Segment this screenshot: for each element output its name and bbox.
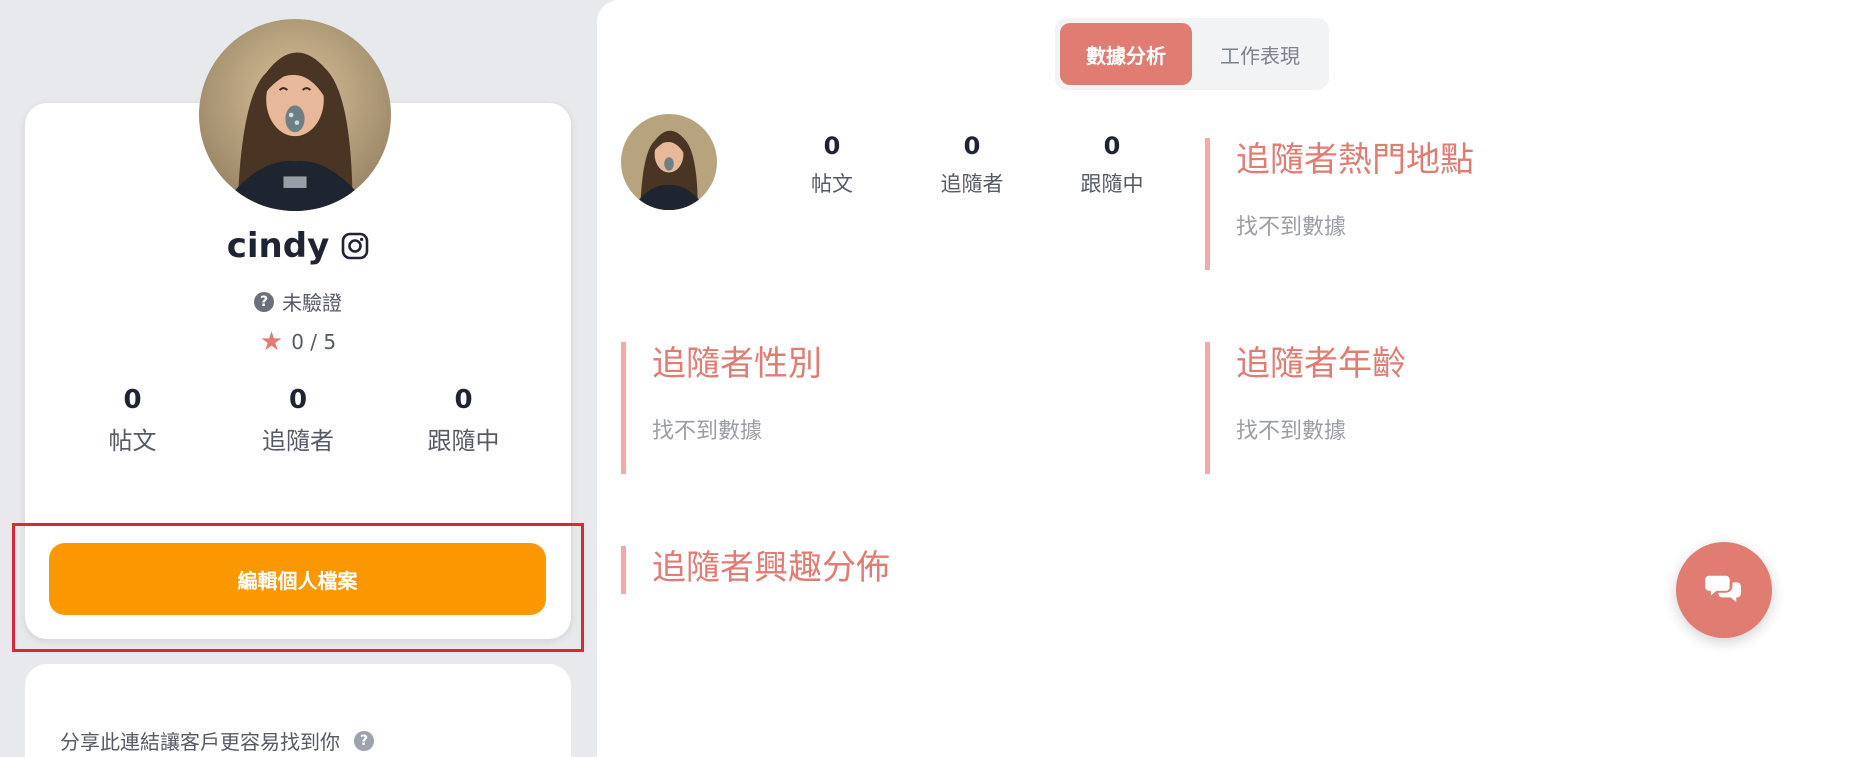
rating-value: 0 / 5 <box>291 330 337 354</box>
username-row: cindy <box>25 226 571 266</box>
empty-state: 找不到數據 <box>1236 418 1347 444</box>
stat-value: 0 <box>454 385 473 415</box>
avatar <box>199 19 391 211</box>
chat-button[interactable] <box>1676 542 1772 638</box>
tab-data-analysis[interactable]: 數據分析 <box>1060 23 1192 85</box>
tab-work-performance[interactable]: 工作表現 <box>1196 23 1324 85</box>
empty-state: 找不到數據 <box>1236 214 1347 240</box>
username: cindy <box>226 226 330 266</box>
section-follower-interests: 追隨者興趣分佈 <box>621 546 890 594</box>
section-follower-locations: 追隨者熱門地點 找不到數據 <box>1205 138 1474 270</box>
tab-bar: 數據分析 工作表現 <box>1055 18 1329 90</box>
stat-label: 帖文 <box>108 427 157 455</box>
stat-value: 0 <box>823 132 841 160</box>
stat-value: 0 <box>963 132 981 160</box>
empty-state: 找不到數據 <box>652 418 763 444</box>
analytics-stats: 0 帖文 0 追隨者 0 跟隨中 <box>762 132 1182 198</box>
avatar <box>621 114 717 210</box>
verification-label: 未驗證 <box>282 291 342 315</box>
section-title: 追隨者年齡 <box>1236 344 1406 384</box>
question-circle-icon[interactable]: ? <box>254 291 274 312</box>
analytics-panel: 數據分析 工作表現 0 帖文 0 追隨者 0 跟隨中 追隨者熱門地點 找不到數據 <box>597 0 1861 757</box>
stat-following: 0 跟隨中 <box>381 385 546 456</box>
section-follower-gender: 追隨者性別 找不到數據 <box>621 342 822 474</box>
rating: ★ 0 / 5 <box>25 329 571 355</box>
stat-label: 跟隨中 <box>427 427 500 455</box>
profile-sidebar: cindy ? 未驗證 ★ 0 / 5 0 帖文 0 追隨者 0 跟隨中 編輯個… <box>0 0 597 757</box>
stat-label: 追隨者 <box>940 172 1004 196</box>
section-follower-age: 追隨者年齡 找不到數據 <box>1205 342 1406 474</box>
verification-status: ? 未驗證 <box>25 287 571 316</box>
stat-following: 0 跟隨中 <box>1042 132 1182 198</box>
profile-stats: 0 帖文 0 追隨者 0 跟隨中 <box>50 385 546 456</box>
share-label: 分享此連結讓客戶更容易找到你 <box>60 730 340 754</box>
stat-posts: 0 帖文 <box>762 132 902 198</box>
stat-followers: 0 追隨者 <box>216 385 381 456</box>
star-icon: ★ <box>259 327 284 357</box>
question-circle-icon[interactable]: ? <box>354 730 374 751</box>
stat-value: 0 <box>1103 132 1121 160</box>
stat-followers: 0 追隨者 <box>902 132 1042 198</box>
stat-label: 跟隨中 <box>1080 172 1144 196</box>
instagram-icon <box>341 232 369 260</box>
stat-posts: 0 帖文 <box>50 385 215 456</box>
edit-profile-button[interactable]: 編輯個人檔案 <box>49 543 546 615</box>
section-title: 追隨者性別 <box>652 344 822 384</box>
section-title: 追隨者興趣分佈 <box>652 548 890 588</box>
stat-label: 追隨者 <box>262 427 334 455</box>
share-card: 分享此連結讓客戶更容易找到你 ? <box>25 664 571 757</box>
share-link-text: 分享此連結讓客戶更容易找到你 ? <box>60 726 374 755</box>
chat-bubbles-icon <box>1705 572 1743 608</box>
stat-value: 0 <box>288 385 308 415</box>
section-title: 追隨者熱門地點 <box>1236 140 1474 180</box>
stat-label: 帖文 <box>811 172 853 196</box>
stat-value: 0 <box>123 385 142 415</box>
